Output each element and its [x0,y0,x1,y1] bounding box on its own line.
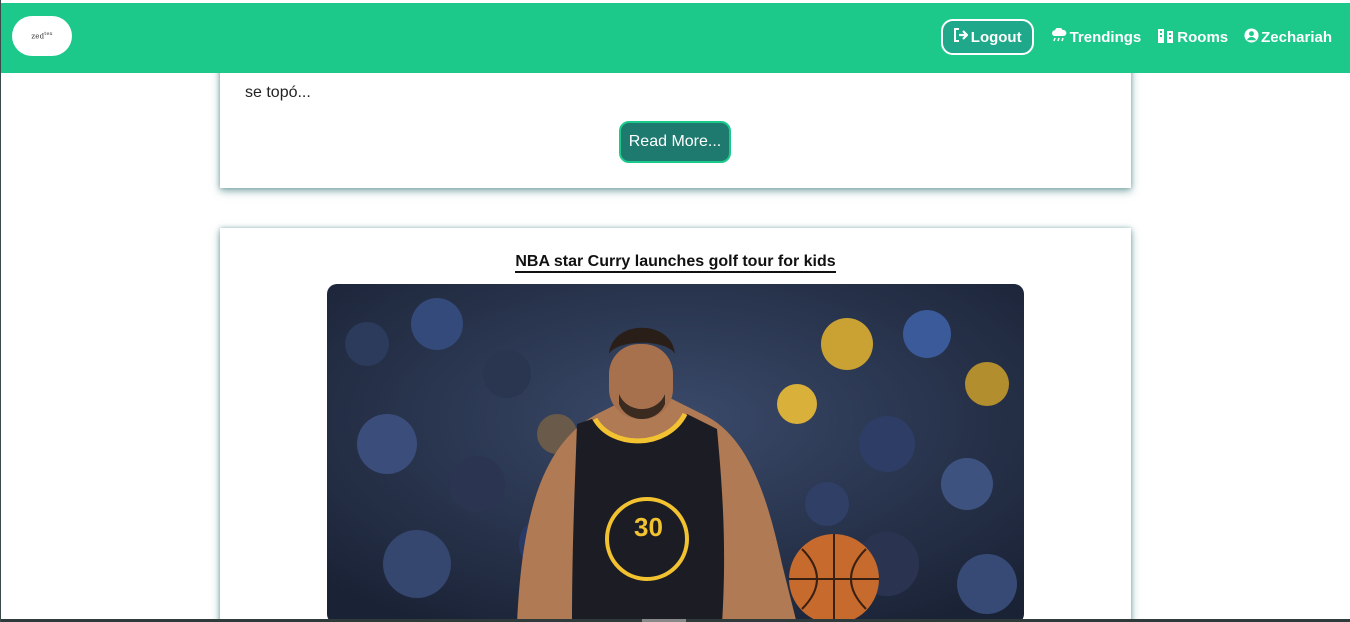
article-card: NBA star Curry launches golf tour for ki… [220,228,1131,622]
site-logo[interactable]: zedtex [12,16,72,56]
sign-out-icon [953,28,969,46]
article-title-link[interactable]: NBA star Curry launches golf tour for ki… [515,253,836,273]
article-excerpt: se topó... [245,84,311,101]
logout-button[interactable]: Logout [940,19,1034,55]
article-image[interactable]: 30 [327,284,1024,622]
logout-label: Logout [970,28,1022,46]
nav-profile[interactable]: Zechariah [1244,27,1332,47]
user-circle-icon [1244,27,1259,47]
nav-rooms-label: Rooms [1177,28,1229,46]
nav-trendings[interactable]: Trendings [1050,27,1142,46]
top-navbar: zedtex Logout Trendings Rooms Zechariah [1,3,1350,73]
nav-profile-label: Zechariah [1261,28,1332,46]
logo-text: zedtex [31,31,53,41]
cloud-rain-icon [1050,27,1068,46]
nav-right: Logout Trendings Rooms Zechariah [940,19,1332,55]
svg-text:30: 30 [634,512,663,542]
read-more-button[interactable]: Read More... [619,121,731,163]
building-icon [1157,28,1175,47]
nav-trendings-label: Trendings [1069,28,1142,46]
article-title: NBA star Curry launches golf tour for ki… [220,253,1131,273]
page: zedtex Logout Trendings Rooms Zechariah … [0,0,1350,622]
nav-rooms[interactable]: Rooms [1157,28,1228,47]
basketball-player-photo: 30 [327,284,1024,622]
